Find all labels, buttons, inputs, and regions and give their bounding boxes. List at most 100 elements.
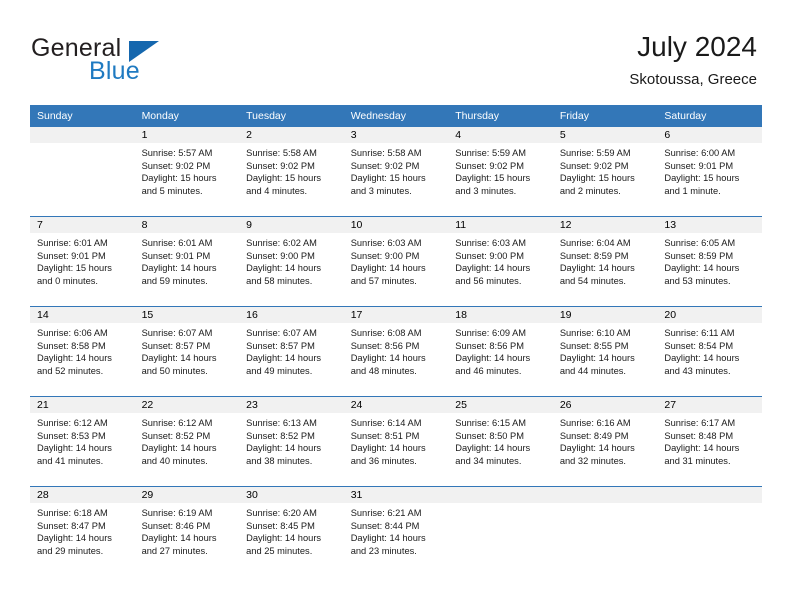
calendar-day-cell[interactable]: 4 Sunrise: 5:59 AM Sunset: 9:02 PM Daylight… xyxy=(448,127,553,217)
day-detail-line: Sunrise: 5:57 AM xyxy=(141,148,213,158)
day-detail-line: and 2 minutes. xyxy=(559,185,621,196)
day-detail-line: Daylight: 15 hours xyxy=(559,173,635,184)
day-detail-line: Sunrise: 6:14 AM xyxy=(350,418,422,428)
day-detail-line: Sunrise: 6:16 AM xyxy=(559,418,631,428)
day-number: 24 xyxy=(343,397,449,413)
calendar-day-cell[interactable]: 16 Sunrise: 6:07 AM Sunset: 8:57 PM Dayligh… xyxy=(239,306,344,397)
day-detail-line: and 54 minutes. xyxy=(559,275,626,286)
calendar-week-row: 14 Sunrise: 6:06 AM Sunset: 8:58 PM Dayligh… xyxy=(30,306,762,397)
day-number: 23 xyxy=(239,397,344,413)
day-detail-line: Sunset: 9:01 PM xyxy=(664,160,734,171)
calendar-day-cell[interactable]: 5 Sunrise: 5:59 AM Sunset: 9:02 PM Daylight… xyxy=(552,127,658,217)
calendar-day-cell[interactable]: 31 Sunrise: 6:21 AM Sunset: 8:44 PM Dayligh… xyxy=(343,486,449,576)
calendar-day-cell[interactable]: 29 Sunrise: 6:19 AM Sunset: 8:46 PM Dayligh… xyxy=(134,486,240,576)
calendar-day-cell[interactable]: 23 Sunrise: 6:13 AM Sunset: 8:52 PM Dayligh… xyxy=(239,396,344,487)
day-detail-line: Sunrise: 6:00 AM xyxy=(664,148,736,158)
day-cell-inner: 2 Sunrise: 5:58 AM Sunset: 9:02 PM Daylight… xyxy=(239,127,344,216)
day-detail-line: Sunrise: 6:13 AM xyxy=(246,418,317,428)
day-cell-inner: 13 Sunrise: 6:05 AM Sunset: 8:59 PM Dayligh… xyxy=(657,217,762,306)
calendar-day-cell[interactable]: 10 Sunrise: 6:03 AM Sunset: 9:00 PM Dayligh… xyxy=(343,216,449,307)
day-cell-inner: 31 Sunrise: 6:21 AM Sunset: 8:44 PM Dayligh… xyxy=(343,487,449,576)
calendar-day-cell[interactable]: 18 Sunrise: 6:09 AM Sunset: 8:56 PM Dayligh… xyxy=(448,306,553,397)
calendar-day-cell[interactable]: 24 Sunrise: 6:14 AM Sunset: 8:51 PM Dayligh… xyxy=(343,396,449,487)
day-details: Sunrise: 6:07 AM Sunset: 8:57 PM Daylight:… xyxy=(239,323,344,377)
day-detail-line: Daylight: 14 hours xyxy=(664,443,740,454)
day-number: 15 xyxy=(134,307,240,323)
day-number: 22 xyxy=(134,397,240,413)
day-cell-inner xyxy=(657,487,762,576)
calendar-day-cell[interactable]: 25 Sunrise: 6:15 AM Sunset: 8:50 PM Dayligh… xyxy=(448,396,553,487)
calendar-day-cell[interactable]: 13 Sunrise: 6:05 AM Sunset: 8:59 PM Dayligh… xyxy=(657,216,762,307)
day-cell-inner: 30 Sunrise: 6:20 AM Sunset: 8:45 PM Dayligh… xyxy=(239,487,344,576)
day-detail-line: Daylight: 14 hours xyxy=(559,353,635,364)
day-detail-line: Sunset: 8:57 PM xyxy=(141,340,211,351)
calendar-day-cell[interactable]: 2 Sunrise: 5:58 AM Sunset: 9:02 PM Daylight… xyxy=(239,127,344,217)
page-header: General Blue July 2024 Skotoussa, Greece xyxy=(0,0,792,100)
day-detail-line: and 41 minutes. xyxy=(37,455,104,466)
page-title: July 2024 xyxy=(637,31,757,62)
day-details: Sunrise: 6:11 AM Sunset: 8:54 PM Daylight:… xyxy=(657,323,762,377)
day-detail-line: and 49 minutes. xyxy=(246,365,313,376)
calendar-day-cell[interactable]: 27 Sunrise: 6:17 AM Sunset: 8:48 PM Dayligh… xyxy=(657,396,762,487)
general-blue-logo: General Blue xyxy=(31,34,231,86)
day-details: Sunrise: 6:07 AM Sunset: 8:57 PM Daylight:… xyxy=(135,323,240,377)
day-number xyxy=(448,487,553,503)
day-detail-line: and 25 minutes. xyxy=(246,545,313,556)
day-detail-line: and 46 minutes. xyxy=(455,365,522,376)
calendar-day-cell[interactable]: 20 Sunrise: 6:11 AM Sunset: 8:54 PM Dayligh… xyxy=(657,306,762,397)
day-number: 5 xyxy=(552,127,658,143)
calendar-day-cell[interactable]: 30 Sunrise: 6:20 AM Sunset: 8:45 PM Dayligh… xyxy=(239,486,344,576)
day-detail-line: Sunset: 8:58 PM xyxy=(37,340,106,351)
day-detail-line: Sunset: 9:02 PM xyxy=(559,160,629,171)
day-detail-line: Sunset: 8:52 PM xyxy=(141,430,211,441)
day-detail-line: Sunrise: 6:10 AM xyxy=(559,328,631,338)
calendar-day-cell[interactable]: 11 Sunrise: 6:03 AM Sunset: 9:00 PM Dayligh… xyxy=(448,216,553,307)
day-details: Sunrise: 5:58 AM Sunset: 9:02 PM Daylight:… xyxy=(344,143,449,197)
day-detail-line: Sunset: 9:02 PM xyxy=(350,160,420,171)
day-detail-line: and 3 minutes. xyxy=(350,185,412,196)
day-detail-line: Sunset: 8:56 PM xyxy=(350,340,420,351)
calendar-body: 1 Sunrise: 5:57 AM Sunset: 9:02 PM Daylight… xyxy=(30,127,762,576)
day-detail-line: Sunset: 8:49 PM xyxy=(559,430,629,441)
day-detail-line: Daylight: 14 hours xyxy=(141,443,217,454)
day-detail-line: and 5 minutes. xyxy=(141,185,203,196)
calendar-day-cell[interactable]: 8 Sunrise: 6:01 AM Sunset: 9:01 PM Daylight… xyxy=(134,216,240,307)
day-cell-inner: 6 Sunrise: 6:00 AM Sunset: 9:01 PM Daylight… xyxy=(657,127,762,216)
day-detail-line: and 50 minutes. xyxy=(141,365,208,376)
day-detail-line: and 36 minutes. xyxy=(350,455,417,466)
day-detail-line: Sunset: 8:53 PM xyxy=(37,430,106,441)
calendar-day-cell[interactable]: 26 Sunrise: 6:16 AM Sunset: 8:49 PM Dayligh… xyxy=(552,396,658,487)
calendar-day-cell[interactable]: 21 Sunrise: 6:12 AM Sunset: 8:53 PM Dayligh… xyxy=(30,396,135,487)
day-detail-line: Sunset: 9:02 PM xyxy=(141,160,211,171)
calendar-day-cell[interactable]: 12 Sunrise: 6:04 AM Sunset: 8:59 PM Dayligh… xyxy=(552,216,658,307)
day-details: Sunrise: 6:12 AM Sunset: 8:53 PM Daylight:… xyxy=(30,413,135,467)
day-detail-line: Sunrise: 6:07 AM xyxy=(141,328,213,338)
day-number: 7 xyxy=(30,217,135,233)
day-number: 26 xyxy=(552,397,658,413)
day-details: Sunrise: 6:05 AM Sunset: 8:59 PM Daylight:… xyxy=(657,233,762,287)
day-details: Sunrise: 6:01 AM Sunset: 9:01 PM Daylight:… xyxy=(135,233,240,287)
calendar-day-cell[interactable]: 19 Sunrise: 6:10 AM Sunset: 8:55 PM Dayligh… xyxy=(552,306,658,397)
day-detail-line: Sunrise: 6:03 AM xyxy=(350,238,422,248)
calendar-day-cell[interactable]: 14 Sunrise: 6:06 AM Sunset: 8:58 PM Dayligh… xyxy=(30,306,135,397)
day-details: Sunrise: 6:21 AM Sunset: 8:44 PM Daylight:… xyxy=(344,503,449,557)
day-cell-inner: 1 Sunrise: 5:57 AM Sunset: 9:02 PM Daylight… xyxy=(134,127,240,216)
calendar-day-cell[interactable]: 3 Sunrise: 5:58 AM Sunset: 9:02 PM Daylight… xyxy=(343,127,449,217)
calendar-day-cell[interactable]: 7 Sunrise: 6:01 AM Sunset: 9:01 PM Daylight… xyxy=(30,216,135,307)
day-detail-line: Sunset: 9:00 PM xyxy=(350,250,420,261)
calendar-day-cell[interactable]: 1 Sunrise: 5:57 AM Sunset: 9:02 PM Daylight… xyxy=(134,127,240,217)
day-detail-line: and 29 minutes. xyxy=(37,545,104,556)
day-detail-line: Sunset: 8:45 PM xyxy=(246,520,315,531)
calendar-day-cell[interactable]: 15 Sunrise: 6:07 AM Sunset: 8:57 PM Dayligh… xyxy=(134,306,240,397)
day-detail-line: Sunset: 8:50 PM xyxy=(455,430,524,441)
calendar-day-cell[interactable]: 9 Sunrise: 6:02 AM Sunset: 9:00 PM Daylight… xyxy=(239,216,344,307)
calendar-day-cell[interactable]: 22 Sunrise: 6:12 AM Sunset: 8:52 PM Dayligh… xyxy=(134,396,240,487)
day-number: 18 xyxy=(448,307,553,323)
day-detail-line: and 59 minutes. xyxy=(141,275,208,286)
day-detail-line: Sunset: 8:54 PM xyxy=(664,340,734,351)
day-details: Sunrise: 6:00 AM Sunset: 9:01 PM Daylight:… xyxy=(657,143,762,197)
calendar-day-cell[interactable]: 28 Sunrise: 6:18 AM Sunset: 8:47 PM Dayligh… xyxy=(30,486,135,576)
calendar-day-cell[interactable]: 17 Sunrise: 6:08 AM Sunset: 8:56 PM Dayligh… xyxy=(343,306,449,397)
day-detail-line: Sunset: 9:02 PM xyxy=(455,160,524,171)
calendar-day-cell[interactable]: 6 Sunrise: 6:00 AM Sunset: 9:01 PM Daylight… xyxy=(657,127,762,217)
